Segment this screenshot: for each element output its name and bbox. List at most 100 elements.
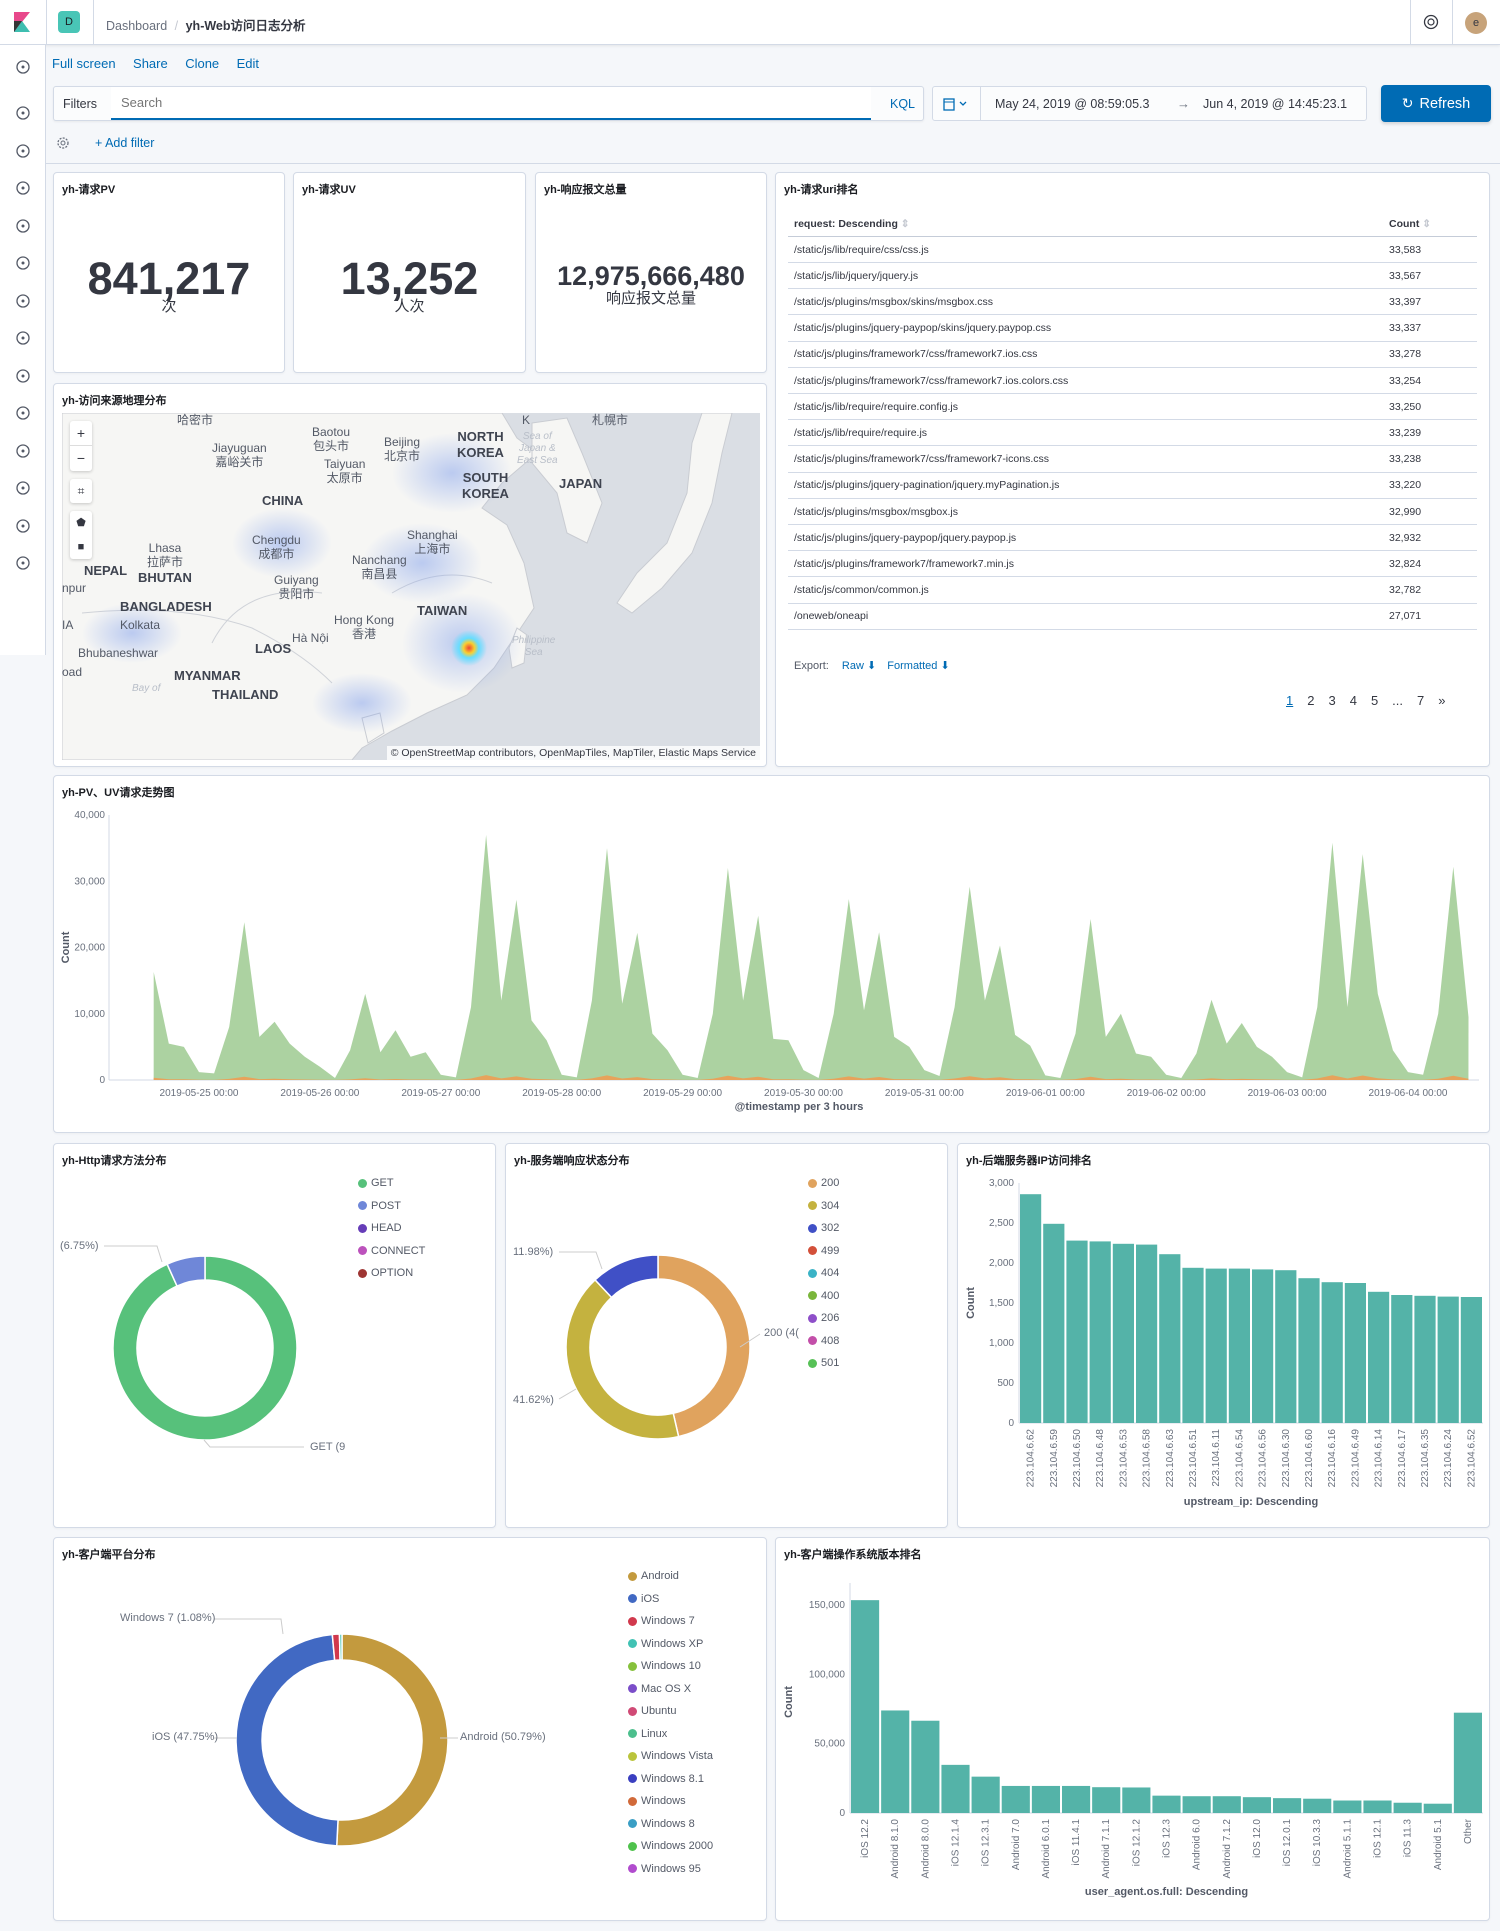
legend-item[interactable]: 200 xyxy=(808,1177,839,1189)
refresh-button[interactable]: ↻ Refresh xyxy=(1381,85,1491,122)
bar[interactable] xyxy=(1423,1803,1452,1813)
maps-icon[interactable] xyxy=(14,254,32,272)
pie-slice-302[interactable] xyxy=(594,1254,659,1299)
bar[interactable] xyxy=(1182,1267,1204,1423)
uptime-icon[interactable] xyxy=(14,442,32,460)
bar[interactable] xyxy=(1089,1241,1111,1423)
legend-item[interactable]: Windows 8.1 xyxy=(628,1773,704,1785)
pie-slice-get[interactable] xyxy=(112,1255,298,1441)
legend-item[interactable]: Windows Vista xyxy=(628,1750,713,1762)
legend-item[interactable]: Windows 2000 xyxy=(628,1840,713,1852)
bar[interactable] xyxy=(1273,1798,1302,1813)
bar[interactable] xyxy=(1122,1787,1151,1813)
search-input[interactable] xyxy=(111,87,871,120)
fit-bounds-icon[interactable]: ⌗ xyxy=(70,479,92,503)
bar[interactable] xyxy=(1321,1282,1343,1423)
bar[interactable] xyxy=(1303,1798,1332,1813)
discover-icon[interactable] xyxy=(14,104,32,122)
bar[interactable] xyxy=(1437,1296,1459,1423)
legend-item[interactable]: OPTION xyxy=(358,1267,413,1279)
map-canvas[interactable]: 哈密市 Jiayuguan 嘉峪关市 Baotou 包头市 Beijing 北京市 Ta… xyxy=(62,413,760,760)
legend-item[interactable]: 400 xyxy=(808,1290,839,1302)
bar[interactable] xyxy=(1393,1802,1422,1813)
legend-item[interactable]: Mac OS X xyxy=(628,1683,691,1695)
zoom-out-button[interactable]: − xyxy=(70,446,92,471)
legend-item[interactable]: 501 xyxy=(808,1357,839,1369)
page-link[interactable]: 5 xyxy=(1371,693,1378,708)
bar[interactable] xyxy=(1212,1796,1241,1813)
management-icon[interactable] xyxy=(14,554,32,572)
legend-item[interactable]: CONNECT xyxy=(358,1245,425,1257)
bar[interactable] xyxy=(1228,1268,1250,1423)
page-link[interactable]: 4 xyxy=(1350,693,1357,708)
legend-item[interactable]: POST xyxy=(358,1200,401,1212)
bar[interactable] xyxy=(1136,1244,1158,1423)
column-header-request[interactable]: request: Descending ⇕ xyxy=(788,218,1389,230)
legend-item[interactable]: Windows 95 xyxy=(628,1863,701,1875)
bar[interactable] xyxy=(1414,1295,1436,1423)
bar[interactable] xyxy=(881,1710,910,1813)
page-link[interactable]: » xyxy=(1438,693,1445,708)
legend-item[interactable]: 304 xyxy=(808,1200,839,1212)
bar[interactable] xyxy=(1092,1787,1121,1813)
bar[interactable] xyxy=(1344,1283,1366,1423)
bar[interactable] xyxy=(1152,1795,1181,1813)
help-icon[interactable] xyxy=(1423,14,1439,30)
legend-item[interactable]: 499 xyxy=(808,1245,839,1257)
legend-item[interactable]: 302 xyxy=(808,1222,839,1234)
pie-slice-android[interactable] xyxy=(335,1633,449,1847)
recent-icon[interactable] xyxy=(14,58,32,76)
legend-item[interactable]: Windows 10 xyxy=(628,1660,701,1672)
legend-item[interactable]: 404 xyxy=(808,1267,839,1279)
bar[interactable] xyxy=(911,1720,940,1813)
ml-icon[interactable] xyxy=(14,292,32,310)
dashboard-icon[interactable] xyxy=(14,179,32,197)
zoom-in-button[interactable]: + xyxy=(70,421,92,446)
legend-item[interactable]: 408 xyxy=(808,1335,839,1347)
filter-settings-gear-icon[interactable] xyxy=(56,136,70,150)
add-filter-button[interactable]: + Add filter xyxy=(95,136,154,150)
page-link[interactable]: 1 xyxy=(1286,693,1293,708)
legend-item[interactable]: iOS xyxy=(628,1593,659,1605)
legend-item[interactable]: 206 xyxy=(808,1312,839,1324)
bar[interactable] xyxy=(1333,1800,1362,1813)
space-avatar[interactable]: D xyxy=(58,11,80,33)
bar[interactable] xyxy=(1182,1796,1211,1813)
bar[interactable] xyxy=(1112,1243,1134,1423)
legend-item[interactable]: GET xyxy=(358,1177,394,1189)
infrastructure-icon[interactable] xyxy=(14,329,32,347)
breadcrumb-dashboard[interactable]: Dashboard xyxy=(106,19,167,33)
time-to[interactable]: Jun 4, 2019 @ 14:45:23.1 xyxy=(1203,97,1347,111)
monitoring-icon[interactable] xyxy=(14,517,32,535)
legend-item[interactable]: Windows XP xyxy=(628,1638,703,1650)
user-avatar[interactable]: e xyxy=(1465,12,1487,34)
export-raw-link[interactable]: Raw ⬇ xyxy=(842,660,876,672)
page-link[interactable]: 2 xyxy=(1307,693,1314,708)
pie-slice-200[interactable] xyxy=(657,1254,751,1438)
legend-item[interactable]: Android xyxy=(628,1570,679,1582)
bar[interactable] xyxy=(1363,1800,1392,1813)
pie-slice-other[interactable] xyxy=(338,1633,343,1661)
page-link[interactable]: 7 xyxy=(1417,693,1424,708)
draw-rectangle-icon[interactable]: ■ xyxy=(70,535,92,559)
bar[interactable] xyxy=(1066,1240,1088,1423)
bar[interactable] xyxy=(1159,1254,1181,1423)
legend-item[interactable]: Windows xyxy=(628,1795,686,1807)
bar[interactable] xyxy=(1453,1712,1482,1813)
kibana-logo-icon[interactable] xyxy=(14,12,30,32)
bar[interactable] xyxy=(1275,1270,1297,1423)
export-formatted-link[interactable]: Formatted ⬇ xyxy=(887,660,949,672)
bar[interactable] xyxy=(1391,1295,1413,1423)
bar[interactable] xyxy=(1252,1269,1274,1423)
calendar-quick-menu[interactable] xyxy=(933,87,981,120)
visualize-icon[interactable] xyxy=(14,142,32,160)
time-from[interactable]: May 24, 2019 @ 08:59:05.3 xyxy=(995,97,1149,111)
full-screen-link[interactable]: Full screen xyxy=(52,56,116,71)
map-attribution[interactable]: © OpenStreetMap contributors, OpenMapTil… xyxy=(386,746,760,760)
bar[interactable] xyxy=(971,1776,1000,1813)
logs-icon[interactable] xyxy=(14,367,32,385)
share-link[interactable]: Share xyxy=(133,56,168,71)
pie-slice-304[interactable] xyxy=(565,1278,680,1440)
bar[interactable] xyxy=(1460,1297,1482,1423)
bar[interactable] xyxy=(1205,1268,1227,1423)
